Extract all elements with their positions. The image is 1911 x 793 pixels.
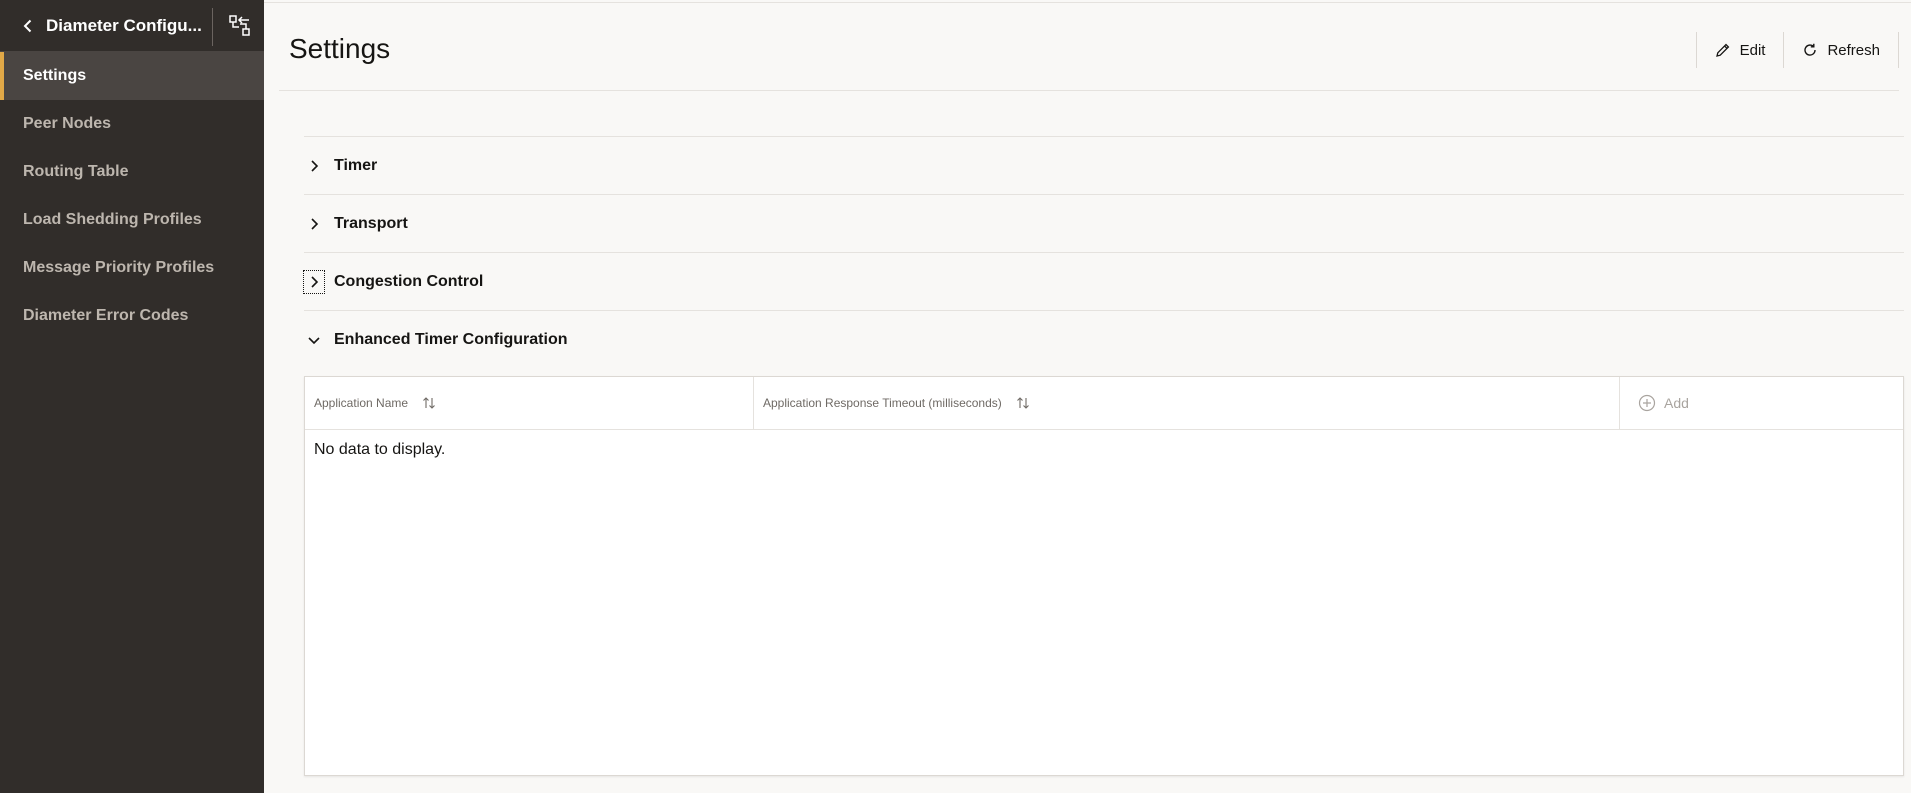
chevron-right-icon[interactable] (303, 269, 325, 294)
settings-sections: Timer Transport Congestion Control Enhan… (303, 136, 1904, 368)
chevron-right-icon[interactable] (304, 155, 324, 177)
table-header: Application Name Application Response Ti… (305, 377, 1903, 430)
section-enhanced-timer-configuration[interactable]: Enhanced Timer Configuration (304, 310, 1904, 368)
column-header-label: Application Response Timeout (millisecon… (763, 396, 1002, 410)
enhanced-timer-table: Application Name Application Response Ti… (304, 376, 1904, 776)
app-window: Diameter Configu... Settings Peer Nodes … (0, 0, 1911, 793)
column-header-application-response-timeout[interactable]: Application Response Timeout (millisecon… (754, 377, 1620, 429)
add-circle-icon (1638, 394, 1656, 412)
refresh-button[interactable]: Refresh (1784, 28, 1898, 72)
pencil-icon (1715, 43, 1729, 57)
column-header-application-name[interactable]: Application Name (305, 377, 754, 429)
chevron-left-icon (23, 19, 32, 32)
header-divider (212, 8, 213, 46)
edit-button[interactable]: Edit (1697, 28, 1784, 72)
section-transport[interactable]: Transport (304, 194, 1904, 252)
sidebar-nav: Settings Peer Nodes Routing Table Load S… (0, 52, 264, 340)
main-content: Settings Edit Refresh Timer Transport Co… (264, 0, 1911, 793)
top-divider (264, 2, 1911, 3)
sidebar-item-peer-nodes[interactable]: Peer Nodes (0, 100, 264, 148)
refresh-icon (1804, 43, 1817, 56)
empty-table-message: No data to display. (314, 441, 446, 458)
switch-view-button[interactable] (226, 12, 254, 40)
sort-icon[interactable] (422, 396, 436, 410)
sidebar-item-settings[interactable]: Settings (0, 52, 264, 100)
sidebar-item-routing-table[interactable]: Routing Table (0, 148, 264, 196)
back-title: Diameter Configu... (46, 15, 202, 35)
section-transport-label: Transport (334, 214, 408, 232)
sort-icon[interactable] (1016, 396, 1030, 410)
sidebar-item-load-shedding-profiles[interactable]: Load Shedding Profiles (0, 196, 264, 244)
toolbar: Edit Refresh (1695, 28, 1911, 72)
edit-label: Edit (1739, 41, 1766, 59)
toolbar-divider (1898, 32, 1899, 68)
section-congestion-control[interactable]: Congestion Control (303, 252, 1904, 310)
section-enhanced-timer-configuration-label: Enhanced Timer Configuration (334, 330, 568, 348)
chevron-right-icon[interactable] (304, 213, 324, 235)
page-title: Settings (289, 33, 391, 64)
switch-view-icon (229, 15, 250, 36)
add-button[interactable]: Add (1620, 377, 1903, 429)
section-timer[interactable]: Timer (304, 136, 1904, 194)
add-label: Add (1664, 395, 1689, 411)
sidebar: Diameter Configu... Settings Peer Nodes … (0, 0, 264, 793)
chevron-down-icon[interactable] (304, 329, 324, 351)
column-header-label: Application Name (314, 396, 409, 410)
refresh-label: Refresh (1827, 41, 1880, 59)
sidebar-item-message-priority-profiles[interactable]: Message Priority Profiles (0, 244, 264, 292)
header-divider-line (279, 90, 1899, 91)
back-button[interactable]: Diameter Configu... (0, 0, 212, 52)
sidebar-item-diameter-error-codes[interactable]: Diameter Error Codes (0, 292, 264, 340)
section-congestion-control-label: Congestion Control (334, 272, 484, 290)
sidebar-header: Diameter Configu... (0, 0, 264, 52)
section-timer-label: Timer (334, 156, 378, 174)
